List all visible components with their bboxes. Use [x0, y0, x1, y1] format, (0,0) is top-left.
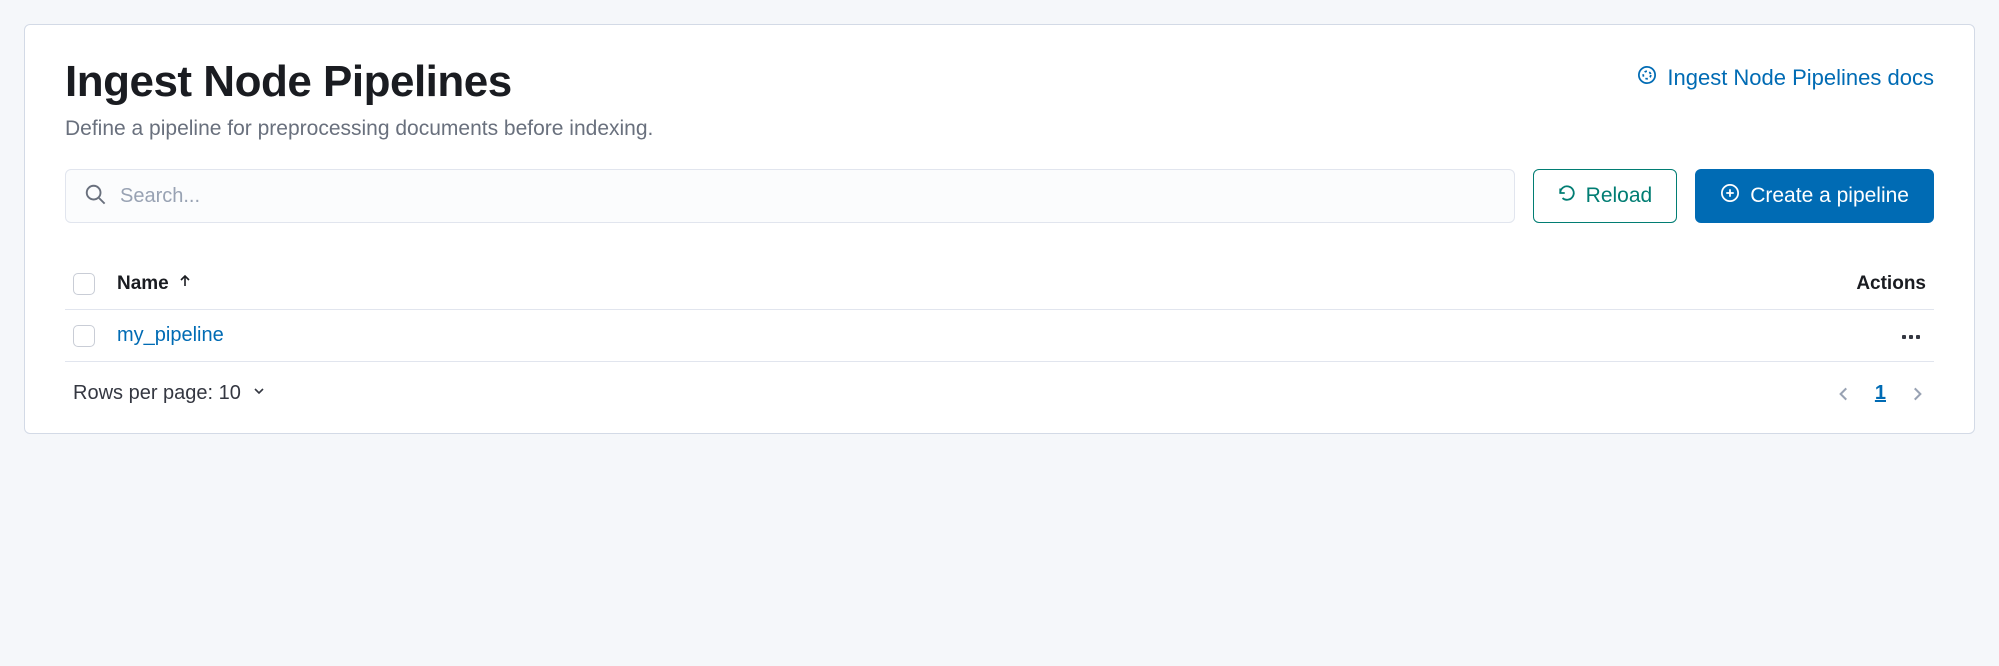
docs-link-label: Ingest Node Pipelines docs	[1667, 65, 1934, 91]
row-actions-menu-icon[interactable]	[1896, 329, 1926, 345]
reload-label: Reload	[1586, 184, 1653, 208]
pipeline-name-link[interactable]: my_pipeline	[117, 324, 224, 346]
select-all-checkbox[interactable]	[73, 273, 95, 295]
header-row: Ingest Node Pipelines Define a pipeline …	[65, 57, 1934, 141]
table-footer: Rows per page: 10 1	[65, 382, 1934, 405]
actions-column-header: Actions	[1806, 273, 1926, 295]
page-title: Ingest Node Pipelines	[65, 57, 653, 107]
rows-per-page-label: Rows per page: 10	[73, 382, 241, 405]
docs-link[interactable]: Ingest Node Pipelines docs	[1637, 65, 1934, 91]
row-name-cell: my_pipeline	[117, 324, 1806, 347]
search-icon	[84, 183, 106, 210]
select-all-cell	[73, 273, 117, 295]
page-subtitle: Define a pipeline for preprocessing docu…	[65, 117, 653, 141]
pipelines-table: Name Actions my_pipeline	[65, 259, 1934, 362]
header-text: Ingest Node Pipelines Define a pipeline …	[65, 57, 653, 141]
pipelines-panel: Ingest Node Pipelines Define a pipeline …	[24, 24, 1975, 434]
next-page-button[interactable]	[1908, 385, 1926, 403]
pagination: 1	[1835, 382, 1926, 405]
sort-asc-icon	[177, 273, 193, 295]
chevron-down-icon	[251, 382, 267, 405]
prev-page-button[interactable]	[1835, 385, 1853, 403]
search-input[interactable]	[120, 185, 1496, 208]
plus-circle-icon	[1720, 183, 1740, 209]
row-select-cell	[73, 325, 117, 347]
table-row: my_pipeline	[65, 310, 1934, 362]
reload-button[interactable]: Reload	[1533, 169, 1678, 223]
row-actions-cell	[1806, 326, 1926, 345]
help-icon	[1637, 65, 1657, 91]
create-pipeline-button[interactable]: Create a pipeline	[1695, 169, 1934, 223]
create-label: Create a pipeline	[1750, 184, 1909, 208]
name-column-header[interactable]: Name	[117, 273, 1806, 295]
rows-per-page-button[interactable]: Rows per page: 10	[73, 382, 267, 405]
table-header: Name Actions	[65, 259, 1934, 310]
reload-icon	[1558, 184, 1576, 208]
row-checkbox[interactable]	[73, 325, 95, 347]
current-page[interactable]: 1	[1875, 382, 1886, 405]
controls-row: Reload Create a pipeline	[65, 169, 1934, 223]
search-field[interactable]	[65, 169, 1515, 223]
name-header-label: Name	[117, 273, 169, 295]
